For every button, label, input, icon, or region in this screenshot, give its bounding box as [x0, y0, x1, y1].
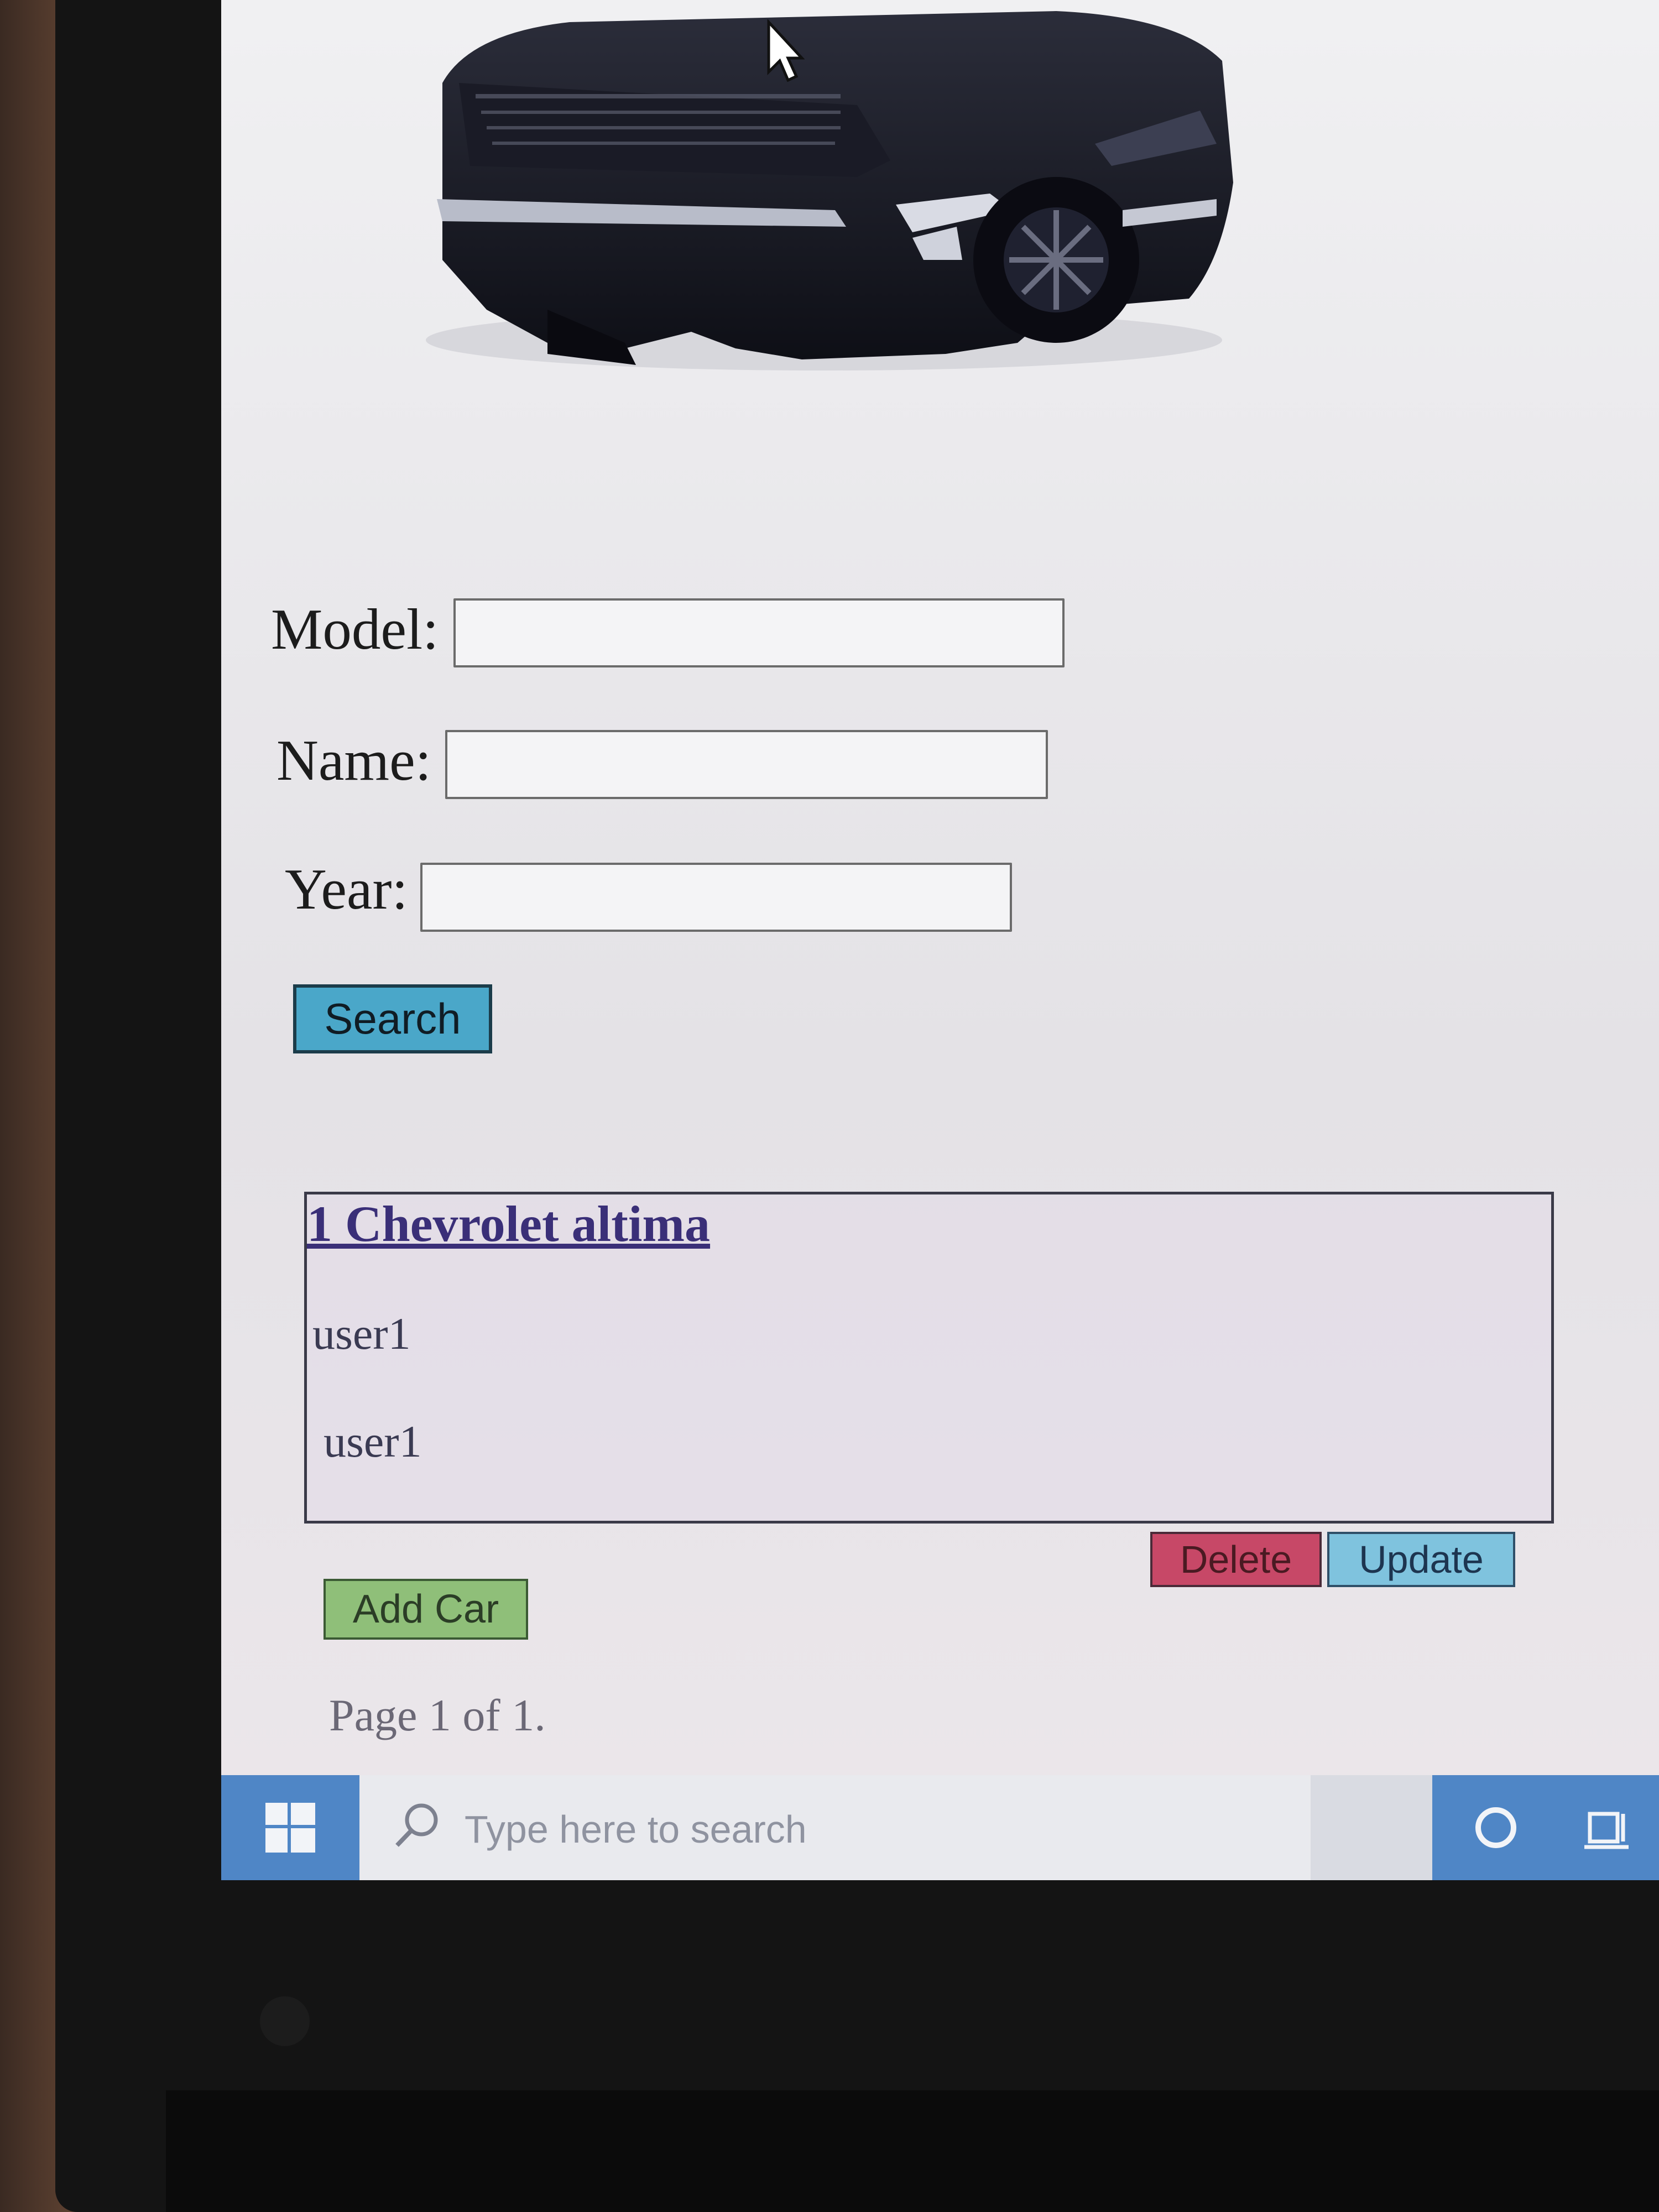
name-input[interactable] [445, 730, 1048, 799]
task-view-button[interactable] [1559, 1775, 1659, 1880]
web-page: Model: Name: Year: Search 1 Chevrolet al… [221, 0, 1659, 1775]
year-label: Year: [285, 857, 408, 921]
taskbar-search-placeholder: Type here to search [465, 1808, 807, 1851]
name-label: Name: [276, 728, 431, 792]
laptop-bezel-bottom [166, 2090, 1659, 2212]
car-image [426, 11, 1233, 371]
car-title-link[interactable]: 1 Chevrolet altima [307, 1194, 710, 1253]
search-button[interactable]: Search [293, 984, 492, 1053]
magnifier-icon [395, 1803, 438, 1847]
cortana-button[interactable] [1432, 1775, 1559, 1880]
update-button[interactable]: Update [1327, 1532, 1515, 1587]
model-label: Model: [271, 597, 439, 661]
model-input[interactable] [453, 598, 1065, 667]
taskbar-search-box[interactable]: Type here to search [359, 1775, 1311, 1880]
laptop-screen: Model: Name: Year: Search 1 Chevrolet al… [221, 0, 1659, 1880]
start-button[interactable] [221, 1775, 359, 1880]
year-input[interactable] [420, 863, 1012, 932]
windows-logo-icon [265, 1803, 315, 1853]
car-owner-text: user1 [312, 1308, 411, 1359]
add-car-button[interactable]: Add Car [324, 1579, 528, 1640]
task-view-icon [1584, 1812, 1629, 1849]
pagination-text: Page 1 of 1. [329, 1690, 546, 1740]
taskbar: Type here to search [221, 1775, 1659, 1880]
car-list-item: 1 Chevrolet altima user1 user1 [304, 1192, 1554, 1524]
laptop-indicator-light [260, 1996, 310, 2046]
mouse-cursor-icon [767, 19, 805, 82]
car-owner-text: user1 [324, 1416, 422, 1467]
delete-button[interactable]: Delete [1150, 1532, 1322, 1587]
cortana-circle-icon [1475, 1807, 1516, 1848]
